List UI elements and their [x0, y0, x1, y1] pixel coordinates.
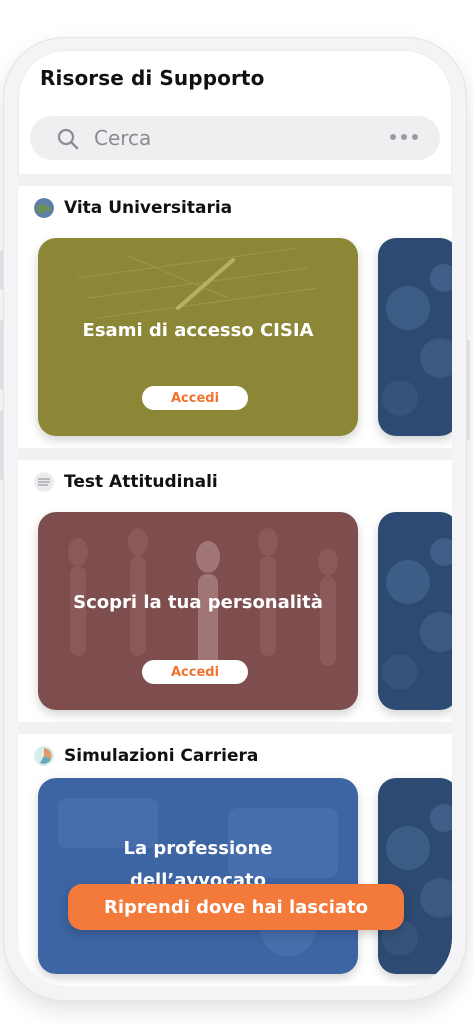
food-image	[378, 778, 452, 974]
section-divider	[18, 448, 452, 460]
resource-card[interactable]: La professione dell’avvocato	[38, 778, 358, 974]
phone-frame: Risorse di Supporto Cerca Vita Universit…	[4, 38, 466, 1000]
chart-icon	[34, 746, 54, 766]
resource-card[interactable]: Esami di accesso CISIA Accedi	[38, 238, 358, 436]
globe-icon	[34, 198, 54, 218]
search-icon	[57, 128, 79, 150]
page-title: Risorse di Supporto	[40, 66, 265, 90]
accedi-button[interactable]: Accedi	[142, 660, 248, 684]
section-test-attitudinali: Test Attitudinali Scopri la tua personal	[18, 460, 452, 722]
section-divider	[18, 722, 452, 734]
app-screen: Risorse di Supporto Cerca Vita Universit…	[18, 50, 452, 986]
next-card-peek[interactable]	[378, 778, 452, 974]
accedi-button[interactable]: Accedi	[142, 386, 248, 410]
section-simulazioni-carriera: Simulazioni Carriera La professione dell…	[18, 734, 452, 986]
resource-card[interactable]: Scopri la tua personalità Accedi	[38, 512, 358, 710]
resume-button[interactable]: Riprendi dove hai lasciato	[68, 884, 404, 930]
card-title: La professione	[123, 838, 273, 859]
search-input[interactable]: Cerca	[94, 126, 151, 150]
section-title: Test Attitudinali	[64, 472, 218, 492]
search-bar[interactable]: Cerca	[30, 116, 440, 160]
next-card-peek[interactable]	[378, 238, 452, 436]
section-divider	[18, 174, 452, 186]
document-icon	[34, 472, 54, 492]
section-title: Simulazioni Carriera	[64, 746, 259, 766]
card-title: Esami di accesso CISIA	[82, 320, 314, 341]
food-image	[378, 512, 452, 710]
card-title: Scopri la tua personalità	[73, 592, 323, 613]
next-card-peek[interactable]	[378, 512, 452, 710]
more-options-icon[interactable]	[390, 134, 418, 140]
phone-side-button	[466, 340, 470, 440]
food-image	[378, 238, 452, 436]
section-vita-universitaria: Vita Universitaria Esami di accesso CISI…	[18, 186, 452, 448]
section-title: Vita Universitaria	[64, 198, 233, 218]
